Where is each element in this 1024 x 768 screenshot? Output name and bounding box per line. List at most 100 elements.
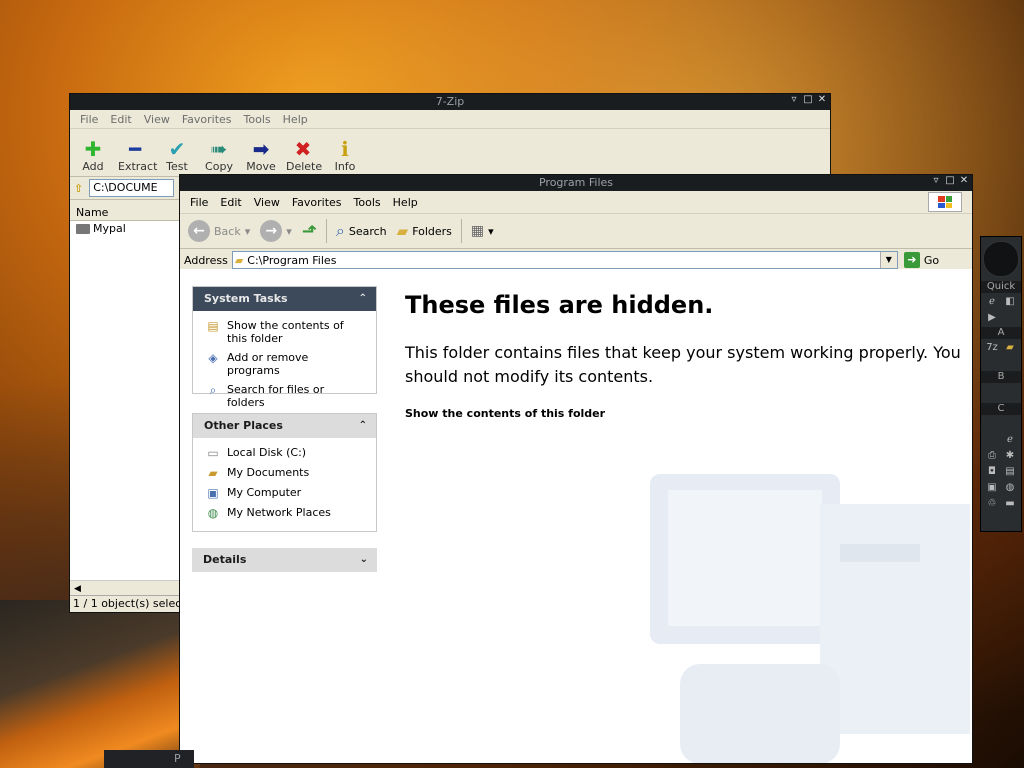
folder-icon: ▰	[234, 253, 244, 267]
minimize-icon[interactable]: ▿	[789, 95, 799, 105]
place-label: Local Disk (C:)	[227, 446, 307, 459]
address-input[interactable]: ▰ C:\Program Files ▼	[231, 251, 898, 269]
search-button[interactable]: ⌕ Search	[332, 217, 391, 245]
task-search-files[interactable]: ⌕ Search for files or folders	[205, 383, 364, 409]
dropdown-arrow-icon[interactable]: ▾	[488, 225, 494, 238]
maximize-icon[interactable]: □	[945, 176, 955, 186]
scroll-left-icon[interactable]: ◀	[74, 584, 81, 594]
recycle-bin-icon[interactable]: ♲	[984, 497, 1000, 511]
pf-menu-tools[interactable]: Tools	[348, 196, 387, 209]
place-network[interactable]: ◍ My Network Places	[205, 506, 364, 520]
quick-label[interactable]: Quick	[981, 281, 1021, 293]
zip-add-button[interactable]: ✚ Add	[76, 138, 110, 173]
show-contents-link[interactable]: Show the contents of this folder	[405, 407, 605, 420]
task-add-remove-programs[interactable]: ◈ Add or remove programs	[205, 351, 364, 377]
forward-button[interactable]: → ▾	[256, 217, 296, 245]
toolbar-separator	[460, 219, 462, 243]
pf-menu-view[interactable]: View	[248, 196, 286, 209]
pf-menu-file[interactable]: File	[184, 196, 214, 209]
views-button[interactable]: ▦ ▾	[467, 217, 498, 245]
other-places-header[interactable]: Other Places ⌃	[193, 414, 376, 438]
go-button[interactable]: ➜ Go	[903, 252, 940, 268]
close-icon[interactable]: ✕	[959, 176, 969, 186]
zip-info-button[interactable]: ℹ Info	[328, 138, 362, 173]
dropdown-arrow-icon[interactable]: ▾	[245, 225, 251, 238]
tools-icon[interactable]: ✱	[1002, 449, 1018, 463]
system-tasks-panel: System Tasks ⌃ ▤ Show the contents of th…	[192, 286, 377, 409]
internet-explorer-icon[interactable]: ℯ	[1002, 433, 1018, 447]
zip-test-button[interactable]: ✔ Test	[160, 138, 194, 173]
close-icon[interactable]: ✕	[817, 95, 827, 105]
zip-menu-file[interactable]: File	[74, 113, 104, 126]
monitor-icon[interactable]: ▣	[984, 481, 1000, 495]
task-show-contents[interactable]: ▤ Show the contents of this folder	[205, 319, 364, 345]
document-icon[interactable]: ▤	[1002, 465, 1018, 479]
folders-label: Folders	[412, 224, 452, 238]
list-item[interactable]: Mypal	[70, 221, 180, 237]
my-documents-icon: ▰	[208, 466, 218, 480]
zip-delete-button[interactable]: ✖ Delete	[286, 138, 322, 173]
pf-toolbar: ← Back ▾ → ▾ ⬏ ⌕ Search ▰ Folders ▦ ▾	[180, 214, 972, 249]
zip-column-name[interactable]: Name	[70, 206, 180, 221]
minimize-icon[interactable]: ▿	[931, 176, 941, 186]
7zip-icon[interactable]: 7z	[984, 341, 1000, 355]
dropdown-arrow-icon[interactable]: ▾	[286, 225, 292, 238]
folders-icon: ▰	[396, 222, 409, 240]
expand-chevron-icon[interactable]: ⌄	[360, 548, 368, 572]
place-local-disk[interactable]: ▭ Local Disk (C:)	[205, 446, 364, 460]
collapse-chevron-icon[interactable]: ⌃	[359, 414, 367, 438]
folder-icon[interactable]: ▰	[1002, 341, 1018, 355]
place-my-computer[interactable]: ▣ My Computer	[205, 486, 364, 500]
clock-icon	[983, 241, 1019, 277]
display-icon[interactable]: ▬	[1002, 497, 1018, 511]
add-remove-programs-icon: ◈	[208, 351, 218, 365]
pf-menu-favorites[interactable]: Favorites	[286, 196, 348, 209]
address-dropdown-icon[interactable]: ▼	[879, 252, 897, 268]
zip-test-label: Test	[166, 160, 188, 173]
media-player-icon[interactable]: ▶	[984, 311, 1000, 325]
pf-titlebar[interactable]: Program Files ▿ □ ✕	[180, 175, 972, 191]
place-my-documents[interactable]: ▰ My Documents	[205, 466, 364, 480]
details-header[interactable]: Details ⌄	[192, 548, 377, 572]
folders-button[interactable]: ▰ Folders	[393, 217, 456, 245]
maximize-icon[interactable]: □	[803, 95, 813, 105]
program-files-window[interactable]: Program Files ▿ □ ✕ File Edit View Favor…	[179, 174, 973, 764]
zip-titlebar[interactable]: 7-Zip ▿ □ ✕	[70, 94, 830, 110]
zip-menu-tools[interactable]: Tools	[238, 113, 277, 126]
back-button[interactable]: ← Back ▾	[184, 217, 254, 245]
outlook-icon[interactable]: ◧	[1002, 295, 1018, 309]
zip-address-input[interactable]: C:\DOCUME	[89, 179, 175, 197]
up-button[interactable]: ⬏	[298, 217, 321, 245]
zip-menu-favorites[interactable]: Favorites	[176, 113, 238, 126]
zip-extract-button[interactable]: ━ Extract	[118, 138, 157, 173]
pf-menu-edit[interactable]: Edit	[214, 196, 247, 209]
printer-icon[interactable]: ⎙	[984, 449, 1000, 463]
zip-window-title: 7-Zip	[435, 95, 465, 108]
zip-menu-view[interactable]: View	[138, 113, 176, 126]
pf-menubar: File Edit View Favorites Tools Help	[180, 191, 972, 214]
internet-explorer-icon[interactable]: ℯ	[984, 295, 1000, 309]
zip-copy-button[interactable]: ➠ Copy	[202, 138, 236, 173]
details-title: Details	[203, 553, 247, 566]
zip-horizontal-scrollbar[interactable]: ◀	[70, 580, 180, 596]
pf-menu-help[interactable]: Help	[387, 196, 424, 209]
zip-info-label: Info	[334, 160, 356, 173]
group-b-label[interactable]: B	[981, 371, 1021, 383]
other-places-title: Other Places	[204, 419, 283, 432]
group-c-label[interactable]: C	[981, 403, 1021, 415]
system-tasks-header[interactable]: System Tasks ⌃	[193, 287, 376, 311]
up-folder-icon[interactable]: ⇧	[74, 182, 83, 195]
zip-menu-help[interactable]: Help	[277, 113, 314, 126]
group-a-label[interactable]: A	[981, 327, 1021, 339]
disk-icon[interactable]: ◘	[984, 465, 1000, 479]
task-label: Show the contents of this folder	[227, 319, 344, 345]
taskbar-button[interactable]: P	[104, 750, 194, 768]
task-label: Search for files or folders	[227, 383, 325, 409]
back-label: Back	[214, 224, 241, 238]
zip-move-button[interactable]: ➡ Move	[244, 138, 278, 173]
collapse-chevron-icon[interactable]: ⌃	[359, 287, 367, 311]
go-label: Go	[923, 253, 940, 267]
network-icon[interactable]: ◍	[1002, 481, 1018, 495]
zip-menu-edit[interactable]: Edit	[104, 113, 137, 126]
zip-status-bar: 1 / 1 object(s) selected	[70, 595, 183, 612]
